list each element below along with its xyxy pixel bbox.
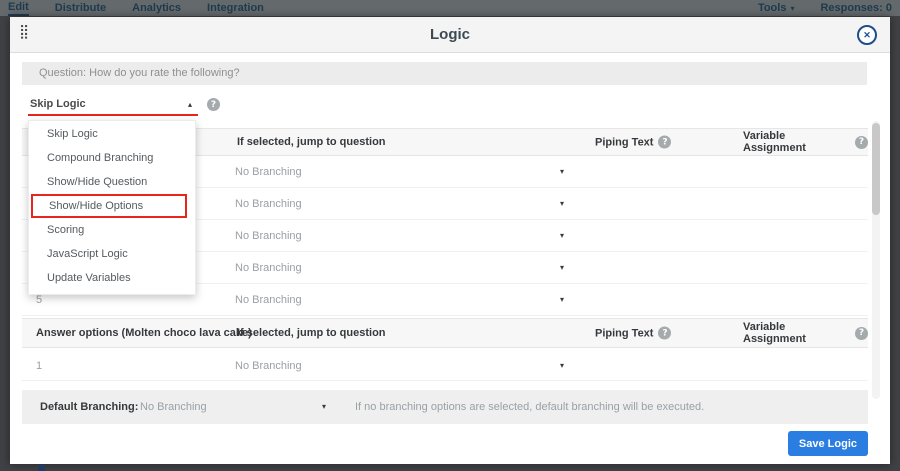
chevron-down-icon[interactable]: ▾: [560, 199, 564, 208]
modal-scrollbar-thumb[interactable]: [872, 123, 880, 215]
menu-item-show-hide-question[interactable]: Show/Hide Question: [29, 170, 195, 194]
col-piping-header: Piping Text ?: [595, 327, 671, 340]
menu-item-show-hide-options[interactable]: Show/Hide Options: [31, 194, 187, 218]
jump-select-value[interactable]: No Branching: [235, 198, 302, 210]
jump-select-value[interactable]: No Branching: [235, 262, 302, 274]
jump-select-value[interactable]: No Branching: [235, 230, 302, 242]
logic-type-value: Skip Logic: [30, 98, 86, 110]
col-variable-header: Variable Assignment ?: [743, 321, 868, 345]
nav-tab-distribute[interactable]: Distribute: [55, 1, 106, 15]
table-row: 1 No Branching ▾: [22, 350, 868, 381]
save-logic-button[interactable]: Save Logic: [788, 431, 868, 456]
modal-header: ⣿ Logic ✕: [10, 17, 890, 53]
help-icon[interactable]: ?: [207, 98, 220, 111]
chevron-down-icon[interactable]: ▾: [560, 295, 564, 304]
menu-item-compound-branching[interactable]: Compound Branching: [29, 146, 195, 170]
tools-menu[interactable]: Tools ▾: [758, 2, 795, 14]
help-icon[interactable]: ?: [658, 136, 671, 149]
nav-tab-integration[interactable]: Integration: [207, 1, 264, 15]
chevron-down-icon[interactable]: ▾: [560, 361, 564, 370]
background-page-fragment: [38, 465, 45, 471]
tools-label: Tools: [758, 2, 787, 14]
col-jump-header: If selected, jump to question: [237, 136, 386, 148]
answer-options-title: Answer options (Molten choco lava cake): [36, 327, 252, 339]
chevron-down-icon[interactable]: ▾: [322, 402, 326, 411]
jump-select-value[interactable]: No Branching: [235, 360, 302, 372]
menu-item-scoring[interactable]: Scoring: [29, 218, 195, 242]
responses-count[interactable]: Responses: 0: [820, 2, 892, 14]
answer-options-header-2: Answer options (Molten choco lava cake) …: [22, 318, 868, 348]
col-piping-header: Piping Text ?: [595, 136, 671, 149]
chevron-down-icon[interactable]: ▾: [560, 263, 564, 272]
chevron-down-icon: ▾: [790, 4, 794, 13]
logic-modal: ⣿ Logic ✕ Question: How do you rate the …: [10, 17, 890, 464]
chevron-down-icon[interactable]: ▾: [560, 231, 564, 240]
modal-title: Logic: [10, 17, 890, 53]
responses-label: Responses: 0: [820, 2, 892, 14]
chevron-down-icon[interactable]: ▾: [560, 167, 564, 176]
default-branching-bar: Default Branching: No Branching ▾ If no …: [22, 390, 868, 424]
chevron-up-icon: ▴: [188, 100, 192, 109]
logic-type-menu: Skip Logic Compound Branching Show/Hide …: [28, 120, 196, 295]
logic-type-select[interactable]: Skip Logic ▴: [28, 96, 198, 116]
builder-top-nav: Edit Distribute Analytics Integration To…: [0, 0, 900, 16]
menu-item-javascript-logic[interactable]: JavaScript Logic: [29, 242, 195, 266]
col-jump-header: If selected, jump to question: [237, 327, 386, 339]
variable-assignment-label: Variable Assignment: [743, 130, 850, 154]
answer-option-number: 1: [36, 360, 42, 372]
default-branching-note: If no branching options are selected, de…: [355, 401, 704, 413]
variable-assignment-label: Variable Assignment: [743, 321, 850, 345]
nav-tab-analytics[interactable]: Analytics: [132, 1, 181, 15]
default-branching-value[interactable]: No Branching: [140, 401, 207, 413]
menu-item-skip-logic[interactable]: Skip Logic: [29, 122, 195, 146]
jump-select-value[interactable]: No Branching: [235, 294, 302, 306]
help-icon[interactable]: ?: [658, 327, 671, 340]
menu-item-update-variables[interactable]: Update Variables: [29, 266, 195, 290]
help-icon[interactable]: ?: [855, 136, 868, 149]
drag-handle-icon[interactable]: ⣿: [19, 25, 27, 39]
help-icon[interactable]: ?: [855, 327, 868, 340]
answer-option-number: 5: [36, 294, 42, 306]
default-branching-label: Default Branching:: [40, 401, 138, 413]
col-variable-header: Variable Assignment ?: [743, 130, 868, 154]
piping-text-label: Piping Text: [595, 327, 653, 339]
piping-text-label: Piping Text: [595, 136, 653, 148]
question-text: Question: How do you rate the following?: [39, 67, 240, 79]
nav-tab-edit[interactable]: Edit: [8, 0, 29, 16]
close-icon[interactable]: ✕: [857, 25, 877, 45]
modal-scrollbar-track[interactable]: [872, 121, 880, 399]
question-context-bar: Question: How do you rate the following?: [22, 62, 867, 85]
jump-select-value[interactable]: No Branching: [235, 166, 302, 178]
